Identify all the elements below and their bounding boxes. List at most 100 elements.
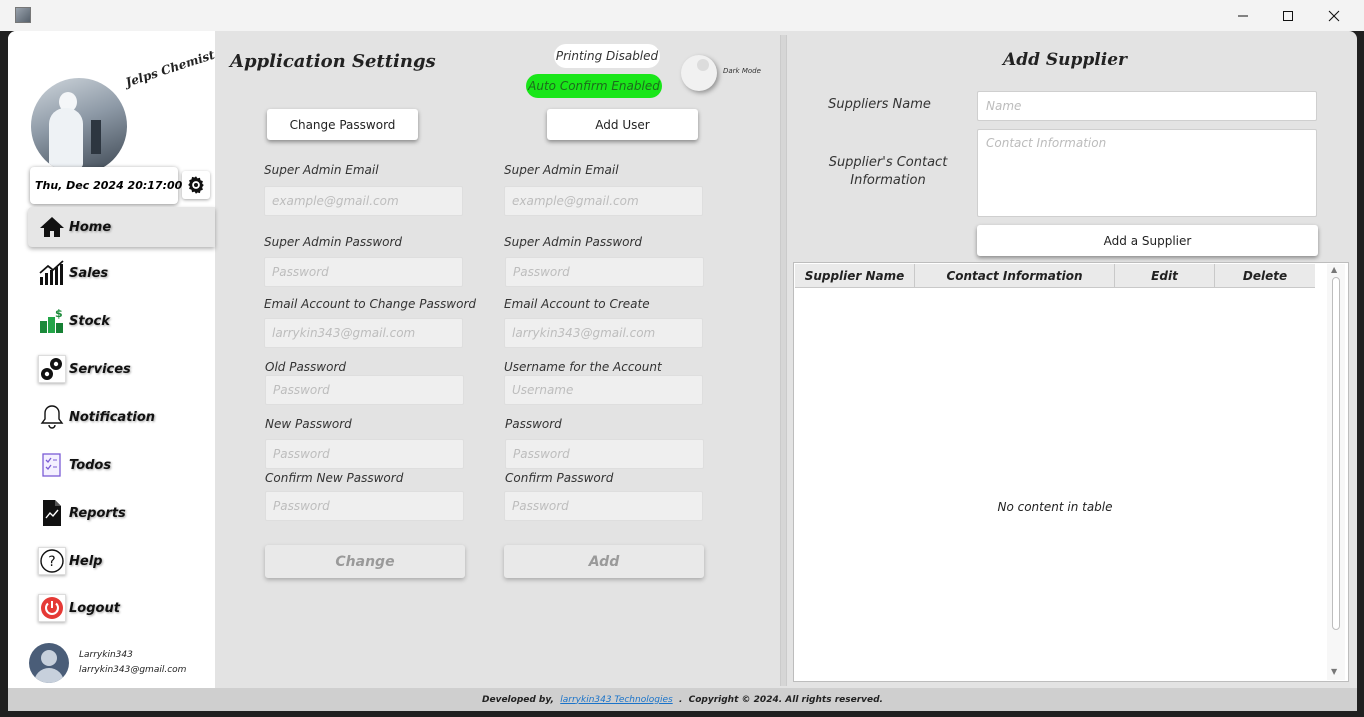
old-password-input[interactable]: Password <box>265 375 464 405</box>
sidebar-item-label: Home <box>69 219 112 235</box>
old-password-label: Old Password <box>265 360 347 374</box>
sidebar-item-reports[interactable]: Reports <box>28 493 215 533</box>
maximize-icon <box>1283 10 1293 21</box>
table-scrollbar[interactable]: ▲ ▼ <box>1327 264 1345 680</box>
user-name: Larrykin343 <box>79 650 133 660</box>
minimize-button[interactable] <box>1220 0 1266 31</box>
admin-email-input-2[interactable]: example@gmail.com <box>504 186 703 216</box>
window-titlebar <box>0 0 1364 31</box>
admin-password-input[interactable]: Password <box>264 257 463 287</box>
settings-button[interactable] <box>182 171 210 199</box>
change-submit-button[interactable]: Change <box>265 545 465 578</box>
supplier-contact-textarea[interactable]: Contact Information <box>977 129 1317 217</box>
new-password-input[interactable]: Password <box>265 439 464 469</box>
supplier-name-label: Suppliers Name <box>828 97 931 112</box>
app-icon <box>15 7 31 23</box>
dark-mode-label: Dark Mode <box>723 67 761 75</box>
printing-toggle[interactable]: Printing Disabled <box>554 44 660 68</box>
new-password-label: New Password <box>265 417 352 431</box>
supplier-title: Add Supplier <box>1003 50 1127 70</box>
sidebar-item-label: Stock <box>69 313 110 329</box>
sidebar-item-label: Logout <box>69 600 120 616</box>
target-email-input[interactable]: larrykin343@gmail.com <box>264 318 463 348</box>
sidebar-item-sales[interactable]: Sales <box>28 253 215 293</box>
column-header-contact-information[interactable]: Contact Information <box>915 264 1115 288</box>
home-icon <box>38 213 66 241</box>
table-empty-message: No content in table <box>997 500 1113 514</box>
sidebar-item-home[interactable]: Home <box>28 207 215 247</box>
sidebar-item-stock[interactable]: $ Stock <box>28 301 215 341</box>
sidebar-item-todos[interactable]: Todos <box>28 445 215 485</box>
sidebar-item-logout[interactable]: Logout <box>28 588 215 628</box>
auto-confirm-toggle[interactable]: Auto Confirm Enabled <box>526 74 662 98</box>
confirm-password-label: Confirm Password <box>505 471 614 485</box>
maximize-button[interactable] <box>1265 0 1311 31</box>
svg-text:$: $ <box>55 307 63 320</box>
supplier-name-input[interactable]: Name <box>977 91 1317 121</box>
gear-icon <box>188 176 204 194</box>
brand-name: Jelps Chemist <box>123 47 217 90</box>
admin-password-input-2[interactable]: Password <box>505 257 704 287</box>
confirm-password-input[interactable]: Password <box>504 491 703 521</box>
close-button[interactable] <box>1311 0 1357 31</box>
bell-icon <box>38 403 66 431</box>
new-email-input[interactable]: larrykin343@gmail.com <box>504 318 703 348</box>
sidebar-item-label: Sales <box>69 265 109 281</box>
admin-email-label-2: Super Admin Email <box>504 163 619 177</box>
developer-link[interactable]: larrykin343 Technologies <box>560 695 672 705</box>
add-submit-button[interactable]: Add <box>504 545 704 578</box>
add-user-button[interactable]: Add User <box>547 109 698 140</box>
admin-email-label: Super Admin Email <box>264 163 379 177</box>
help-question-icon: ? <box>38 547 66 575</box>
sidebar-item-label: Services <box>69 361 131 377</box>
username-input[interactable]: Username <box>504 375 703 405</box>
panel-divider[interactable] <box>780 35 787 686</box>
app-window: Jelps Chemist Thu, Dec 2024 20:17:00 Hom… <box>8 31 1357 711</box>
sidebar-item-services[interactable]: Services <box>28 349 215 389</box>
table-header: Supplier Name Contact Information Edit D… <box>795 264 1315 288</box>
user-email: larrykin343@gmail.com <box>79 665 187 675</box>
confirm-new-password-label: Confirm New Password <box>265 471 404 485</box>
sidebar-item-label: Help <box>69 553 103 569</box>
password-label: Password <box>505 417 562 431</box>
scroll-thumb[interactable] <box>1332 277 1340 630</box>
sidebar-item-label: Todos <box>69 457 112 473</box>
admin-email-input[interactable]: example@gmail.com <box>264 186 463 216</box>
power-icon <box>38 594 66 622</box>
admin-password-label: Super Admin Password <box>264 235 403 249</box>
confirm-new-password-input[interactable]: Password <box>265 491 464 521</box>
datetime-display: Thu, Dec 2024 20:17:00 <box>30 167 182 204</box>
settings-title: Application Settings <box>230 51 436 72</box>
dark-mode-toggle[interactable] <box>681 55 717 91</box>
admin-password-label-2: Super Admin Password <box>504 235 643 249</box>
password-input[interactable]: Password <box>505 439 704 469</box>
stock-icon: $ <box>38 307 66 335</box>
report-document-icon <box>38 499 66 527</box>
sidebar: Jelps Chemist Thu, Dec 2024 20:17:00 Hom… <box>8 31 217 688</box>
scroll-down-icon[interactable]: ▼ <box>1331 667 1337 676</box>
target-email-label: Email Account to Change Password <box>264 297 477 311</box>
pharmacy-logo <box>31 78 127 174</box>
username-label: Username for the Account <box>504 360 662 374</box>
user-avatar <box>29 643 69 683</box>
sidebar-item-label: Notification <box>69 409 156 425</box>
footer: Developed by, larrykin343 Technologies .… <box>8 688 1357 711</box>
add-supplier-button[interactable]: Add a Supplier <box>977 225 1318 256</box>
new-email-label: Email Account to Create <box>504 297 650 311</box>
column-header-supplier-name[interactable]: Supplier Name <box>795 264 915 288</box>
sales-chart-icon <box>38 259 66 287</box>
todo-checklist-icon <box>38 451 66 479</box>
close-icon <box>1328 10 1340 21</box>
sidebar-item-help[interactable]: ? Help <box>28 541 215 581</box>
column-header-delete[interactable]: Delete <box>1215 264 1315 288</box>
change-password-button[interactable]: Change Password <box>267 109 418 140</box>
svg-text:?: ? <box>48 554 55 570</box>
sidebar-item-notification[interactable]: Notification <box>28 397 215 437</box>
column-header-edit[interactable]: Edit <box>1115 264 1215 288</box>
scroll-up-icon[interactable]: ▲ <box>1331 265 1337 274</box>
sidebar-item-label: Reports <box>69 505 126 521</box>
supplier-contact-label: Supplier's Contact Information <box>828 155 948 188</box>
supplier-table: Supplier Name Contact Information Edit D… <box>793 262 1349 682</box>
minimize-icon <box>1238 15 1248 16</box>
services-gears-icon <box>38 355 66 383</box>
